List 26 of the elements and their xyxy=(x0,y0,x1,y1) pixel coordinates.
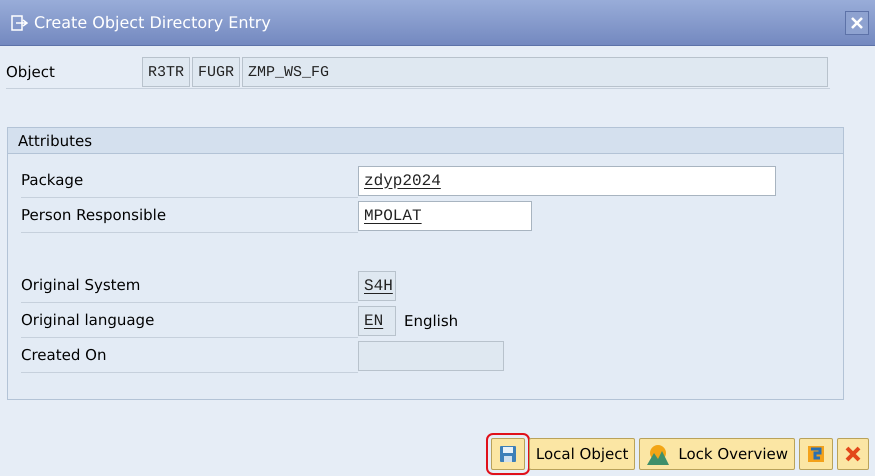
local-object-button[interactable]: Local Object xyxy=(528,438,636,470)
lock-overview-button[interactable]: Lock Overview xyxy=(639,438,795,470)
document-arrow-icon xyxy=(10,14,28,30)
field-label: Original System xyxy=(21,268,358,303)
field-label: Package xyxy=(21,163,358,198)
object-field: ZMP_WS_FG xyxy=(242,57,828,87)
input-field[interactable]: MPOLAT xyxy=(358,200,532,230)
display-field: S4H xyxy=(358,270,396,300)
close-button[interactable] xyxy=(845,10,869,34)
field-description: English xyxy=(404,312,458,330)
field-label: Person Responsible xyxy=(21,198,358,233)
hierarchy-icon xyxy=(806,444,826,464)
object-field: R3TR xyxy=(142,57,190,87)
cancel-button[interactable] xyxy=(837,438,869,470)
input-field[interactable]: zdyp2024 xyxy=(358,166,776,196)
cancel-icon xyxy=(844,445,862,463)
hierarchy-button[interactable] xyxy=(799,438,833,470)
field-label: Created On xyxy=(21,338,358,373)
field-label: Original language xyxy=(21,303,358,338)
display-field: EN xyxy=(358,306,396,336)
panel-header: Attributes xyxy=(8,128,843,154)
mountain-sun-icon xyxy=(646,443,670,465)
object-field: FUGR xyxy=(192,57,240,87)
field-label: Object xyxy=(6,63,56,81)
window-title: Create Object Directory Entry xyxy=(34,13,272,32)
close-icon xyxy=(851,16,863,28)
